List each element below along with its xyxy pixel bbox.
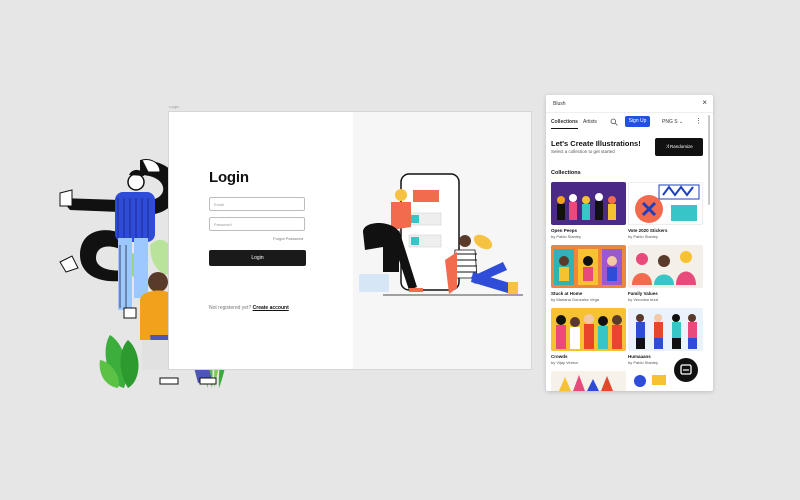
format-select[interactable]: PNG S ⌄: [662, 119, 683, 125]
signup-button[interactable]: Sign Up: [625, 116, 650, 127]
tab-collections[interactable]: Collections: [551, 119, 578, 129]
artboard-illustration-area: [353, 112, 531, 369]
collection-name: Open Peeps: [551, 228, 578, 233]
artboard-label: Login: [169, 104, 179, 109]
tab-artists[interactable]: Artists: [583, 119, 597, 125]
more-icon[interactable]: ⋮: [695, 117, 702, 125]
login-title: Login: [209, 169, 249, 186]
artboard: Login Email Password Forgot Password Log…: [169, 112, 531, 369]
collection-thumbnail: [628, 308, 703, 351]
panel-subheading: Select a collection to get started: [551, 149, 615, 154]
panel-scrollbar[interactable]: [708, 115, 710, 205]
collection-name: Family Values: [628, 291, 658, 296]
password-field[interactable]: Password: [209, 217, 305, 231]
panel-heading: Let's Create Illustrations!: [551, 139, 641, 148]
collection-card[interactable]: Crowds by Vijay Verma: [551, 308, 626, 365]
chat-icon: [680, 364, 692, 375]
collection-card[interactable]: Family Values by Veronica Iezzi: [628, 245, 703, 302]
panel-divider: [546, 112, 713, 113]
collection-thumbnail: [551, 308, 626, 351]
collection-thumbnail: [551, 182, 626, 225]
panel-title: Blush: [553, 101, 566, 107]
close-icon[interactable]: ×: [702, 98, 707, 107]
collection-thumbnail: [551, 371, 626, 391]
login-illustration: [359, 173, 523, 296]
collection-card[interactable]: [551, 371, 626, 391]
chat-button[interactable]: [674, 358, 698, 382]
email-field[interactable]: Email: [209, 197, 305, 211]
collection-card[interactable]: Humaaans by Pablo Stanley: [628, 308, 703, 365]
collection-card[interactable]: Stuck at Home by Mariana Gonzalez Vega: [551, 245, 626, 302]
collection-author: by Veronica Iezzi: [628, 297, 659, 302]
collection-author: by Pablo Stanley: [551, 234, 582, 239]
format-select-value: PNG S: [662, 119, 678, 125]
collection-name: Crowds: [551, 354, 568, 359]
randomize-label: Randomize: [670, 144, 693, 149]
collection-author: by Mariana Gonzalez Vega: [551, 297, 600, 302]
collection-name: Stuck at Home: [551, 291, 583, 296]
forgot-password-link[interactable]: Forgot Password: [273, 236, 303, 241]
collection-author: by Vijay Verma: [551, 360, 578, 365]
create-account-link[interactable]: Create account: [253, 305, 289, 311]
collection-author: by Pablo Stanley: [628, 234, 659, 239]
collection-thumbnail: [628, 182, 703, 225]
randomize-button[interactable]: ⤨ Randomize: [655, 138, 703, 156]
chevron-down-icon: ⌄: [678, 119, 684, 125]
collection-card[interactable]: Open Peeps by Pablo Stanley: [551, 182, 626, 239]
collection-card[interactable]: Vote 2020 Stickers by Pablo Stanley: [628, 182, 703, 239]
search-icon[interactable]: [610, 118, 618, 126]
collections-heading: Collections: [551, 170, 581, 176]
collection-name: Vote 2020 Stickers: [628, 228, 668, 233]
collection-thumbnail: [551, 245, 626, 288]
not-registered-text: Not registered yet?: [209, 305, 252, 311]
blush-panel: Blush × Collections Artists Sign Up PNG …: [546, 95, 713, 391]
login-button[interactable]: Login: [209, 250, 306, 266]
shuffle-icon: ⤨: [665, 144, 669, 149]
collection-thumbnail: [628, 245, 703, 288]
register-prompt: Not registered yet? Create account: [209, 305, 289, 311]
